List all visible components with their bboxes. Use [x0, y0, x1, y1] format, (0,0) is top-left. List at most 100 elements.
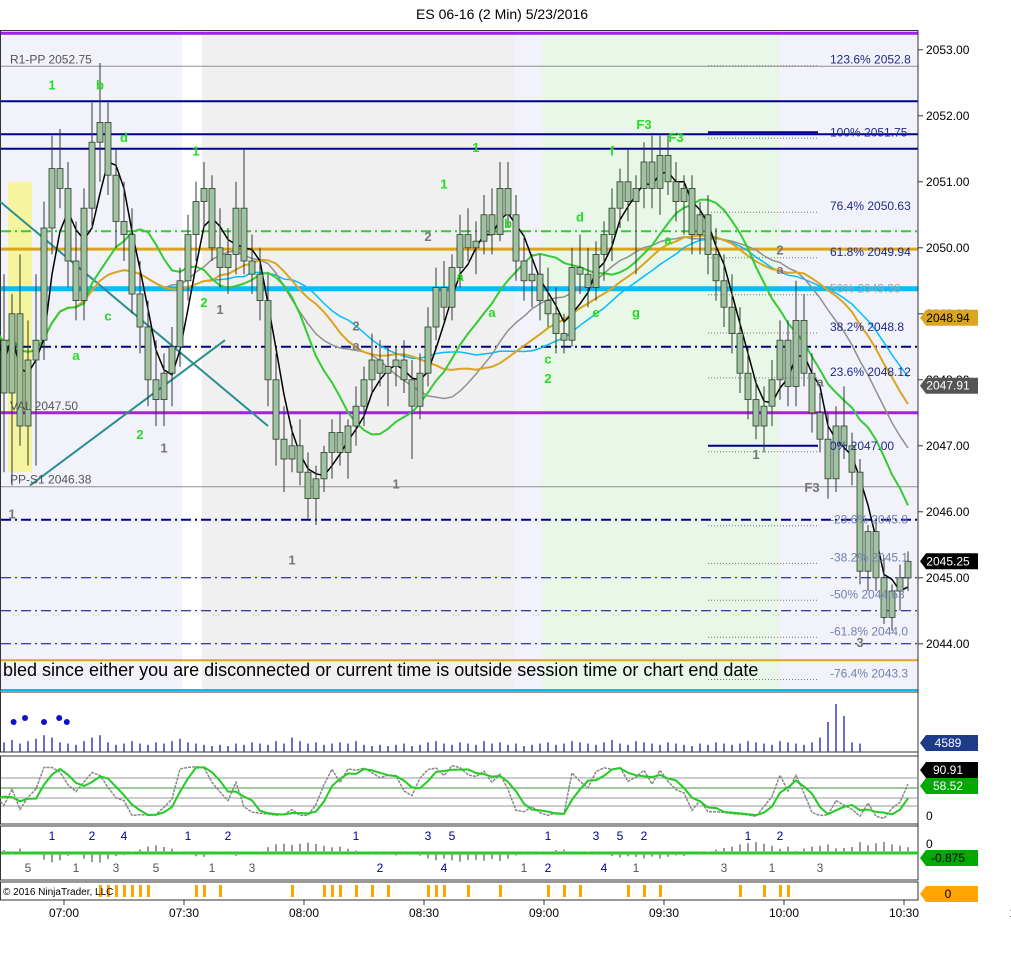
session-band-2 [202, 30, 514, 690]
candle-body-89 [680, 187, 688, 202]
chart-canvas: ES 06-16 (2 Min) 5/23/2016 2a111bdca2112… [0, 0, 1011, 954]
wave-count-27: 1 [745, 829, 752, 843]
candle-body-81 [616, 181, 624, 209]
marker-22 [547, 885, 550, 897]
volume-dot-2 [41, 719, 47, 725]
x-tick-label-4: 09:00 [529, 906, 559, 920]
candle-body-56 [416, 372, 424, 407]
candle-body-103 [792, 319, 800, 387]
wave-label-28: f [610, 143, 615, 158]
volume-panel [0, 691, 919, 753]
marker-28 [739, 885, 742, 897]
candle-body-14 [80, 207, 88, 301]
candle-body-15 [88, 141, 96, 209]
marker-18 [435, 885, 438, 897]
candle-body-94 [720, 280, 728, 308]
marker-11 [323, 885, 326, 897]
candle-body-75 [568, 267, 576, 341]
copyright-text: © 2016 NinjaTrader, LLC [3, 887, 113, 898]
marker-27 [659, 885, 662, 897]
volume-dot-4 [63, 719, 70, 725]
oscillator-panel: 0 [0, 755, 933, 825]
candle-body-32 [224, 253, 232, 268]
candle-body-59 [440, 286, 448, 308]
candle-body-8 [32, 339, 40, 361]
candle-body-49 [360, 379, 368, 407]
wave-count-4: 1 [73, 861, 80, 875]
marker-20 [467, 885, 470, 897]
fib-label-7: 0% 2047.00 [830, 439, 894, 453]
candle-body-30 [208, 187, 216, 249]
candle-body-38 [272, 379, 280, 440]
wave-count-21: 3 [593, 829, 600, 843]
price-tag-2-text: 2045.25 [926, 554, 970, 568]
wave-label-4: 1 [48, 77, 55, 92]
candle-body-40 [288, 445, 296, 460]
marker-12 [331, 885, 334, 897]
marker-24 [579, 885, 582, 897]
price-tag-1-text: 2047.91 [926, 379, 970, 393]
fib-label-11: -61.8% 2044.0 [830, 624, 908, 638]
osc-zero-label: 0 [926, 809, 933, 823]
wave-label-29: g [632, 305, 640, 320]
fib-label-5: 38.2% 2048.8 [830, 320, 904, 334]
candle-body-58 [432, 286, 440, 328]
wave-panel: 43511234511231235411235412311230 [0, 825, 933, 881]
volume-dot-3 [56, 715, 63, 721]
pivot-label-1: PP-S1 2046.38 [10, 473, 92, 487]
candle-body-9 [40, 227, 48, 341]
candle-body-16 [96, 122, 104, 143]
wave-count-2: 5 [25, 861, 32, 875]
candle-body-74 [560, 333, 568, 341]
wave-label-15: 2 [352, 318, 359, 333]
wave-label-32: a [664, 233, 672, 248]
candle-body-36 [256, 273, 264, 302]
fib-label-2: 76.4% 2050.63 [830, 199, 911, 213]
candle-body-76 [576, 267, 584, 275]
wave-label-9: 2 [136, 427, 143, 442]
wave-label-3: 1 [8, 506, 15, 521]
x-tick-label-7: 10:30 [889, 906, 919, 920]
x-tick-label-1: 07:30 [169, 906, 199, 920]
candle-body-91 [696, 214, 704, 236]
wave-label-24: c [544, 351, 551, 366]
wave-count-11: 2 [225, 829, 232, 843]
wave-label-22: b [504, 216, 512, 231]
marker-16 [387, 885, 390, 897]
oscillator-frame [0, 755, 919, 825]
candle-body-53 [392, 359, 400, 367]
osc-tag-2-text: 58.52 [933, 779, 963, 793]
wave-label-12: 2 [200, 295, 207, 310]
wave-label-30: F3 [636, 117, 651, 132]
candle-body-45 [328, 432, 336, 453]
candle-body-100 [768, 379, 776, 407]
candle-body-31 [216, 247, 224, 269]
candle-body-34 [240, 207, 248, 262]
wave-label-37: F3 [804, 480, 819, 495]
wave-count-13: 1 [353, 829, 360, 843]
wave-label-31: F3 [668, 130, 683, 145]
marker-26 [643, 885, 646, 897]
candle-body-88 [672, 181, 680, 203]
candle-body-44 [320, 451, 328, 480]
candle-body-42 [304, 471, 312, 500]
candle-body-20 [128, 234, 136, 295]
wave-label-11: 1 [192, 143, 199, 158]
wave-count-22: 5 [617, 829, 624, 843]
marker-5 [139, 885, 142, 897]
y-tick-label-2: 2051.00 [926, 175, 970, 189]
fib-label-0: 123.6% 2052.8 [830, 53, 911, 67]
marker-31 [787, 885, 790, 897]
candle-body-66 [496, 187, 504, 235]
marker-6 [147, 885, 150, 897]
wave-count-10: 1 [209, 861, 216, 875]
candle-body-98 [752, 399, 760, 427]
candle-body-41 [296, 445, 304, 473]
wave-count-3: 1 [49, 829, 56, 843]
y-tick-label-7: 2046.00 [926, 505, 970, 519]
candle-body-71 [536, 273, 544, 302]
wave-count-20: 2 [545, 861, 552, 875]
candle-body-65 [488, 214, 496, 236]
candle-body-72 [544, 300, 552, 315]
candle-body-80 [608, 207, 616, 235]
